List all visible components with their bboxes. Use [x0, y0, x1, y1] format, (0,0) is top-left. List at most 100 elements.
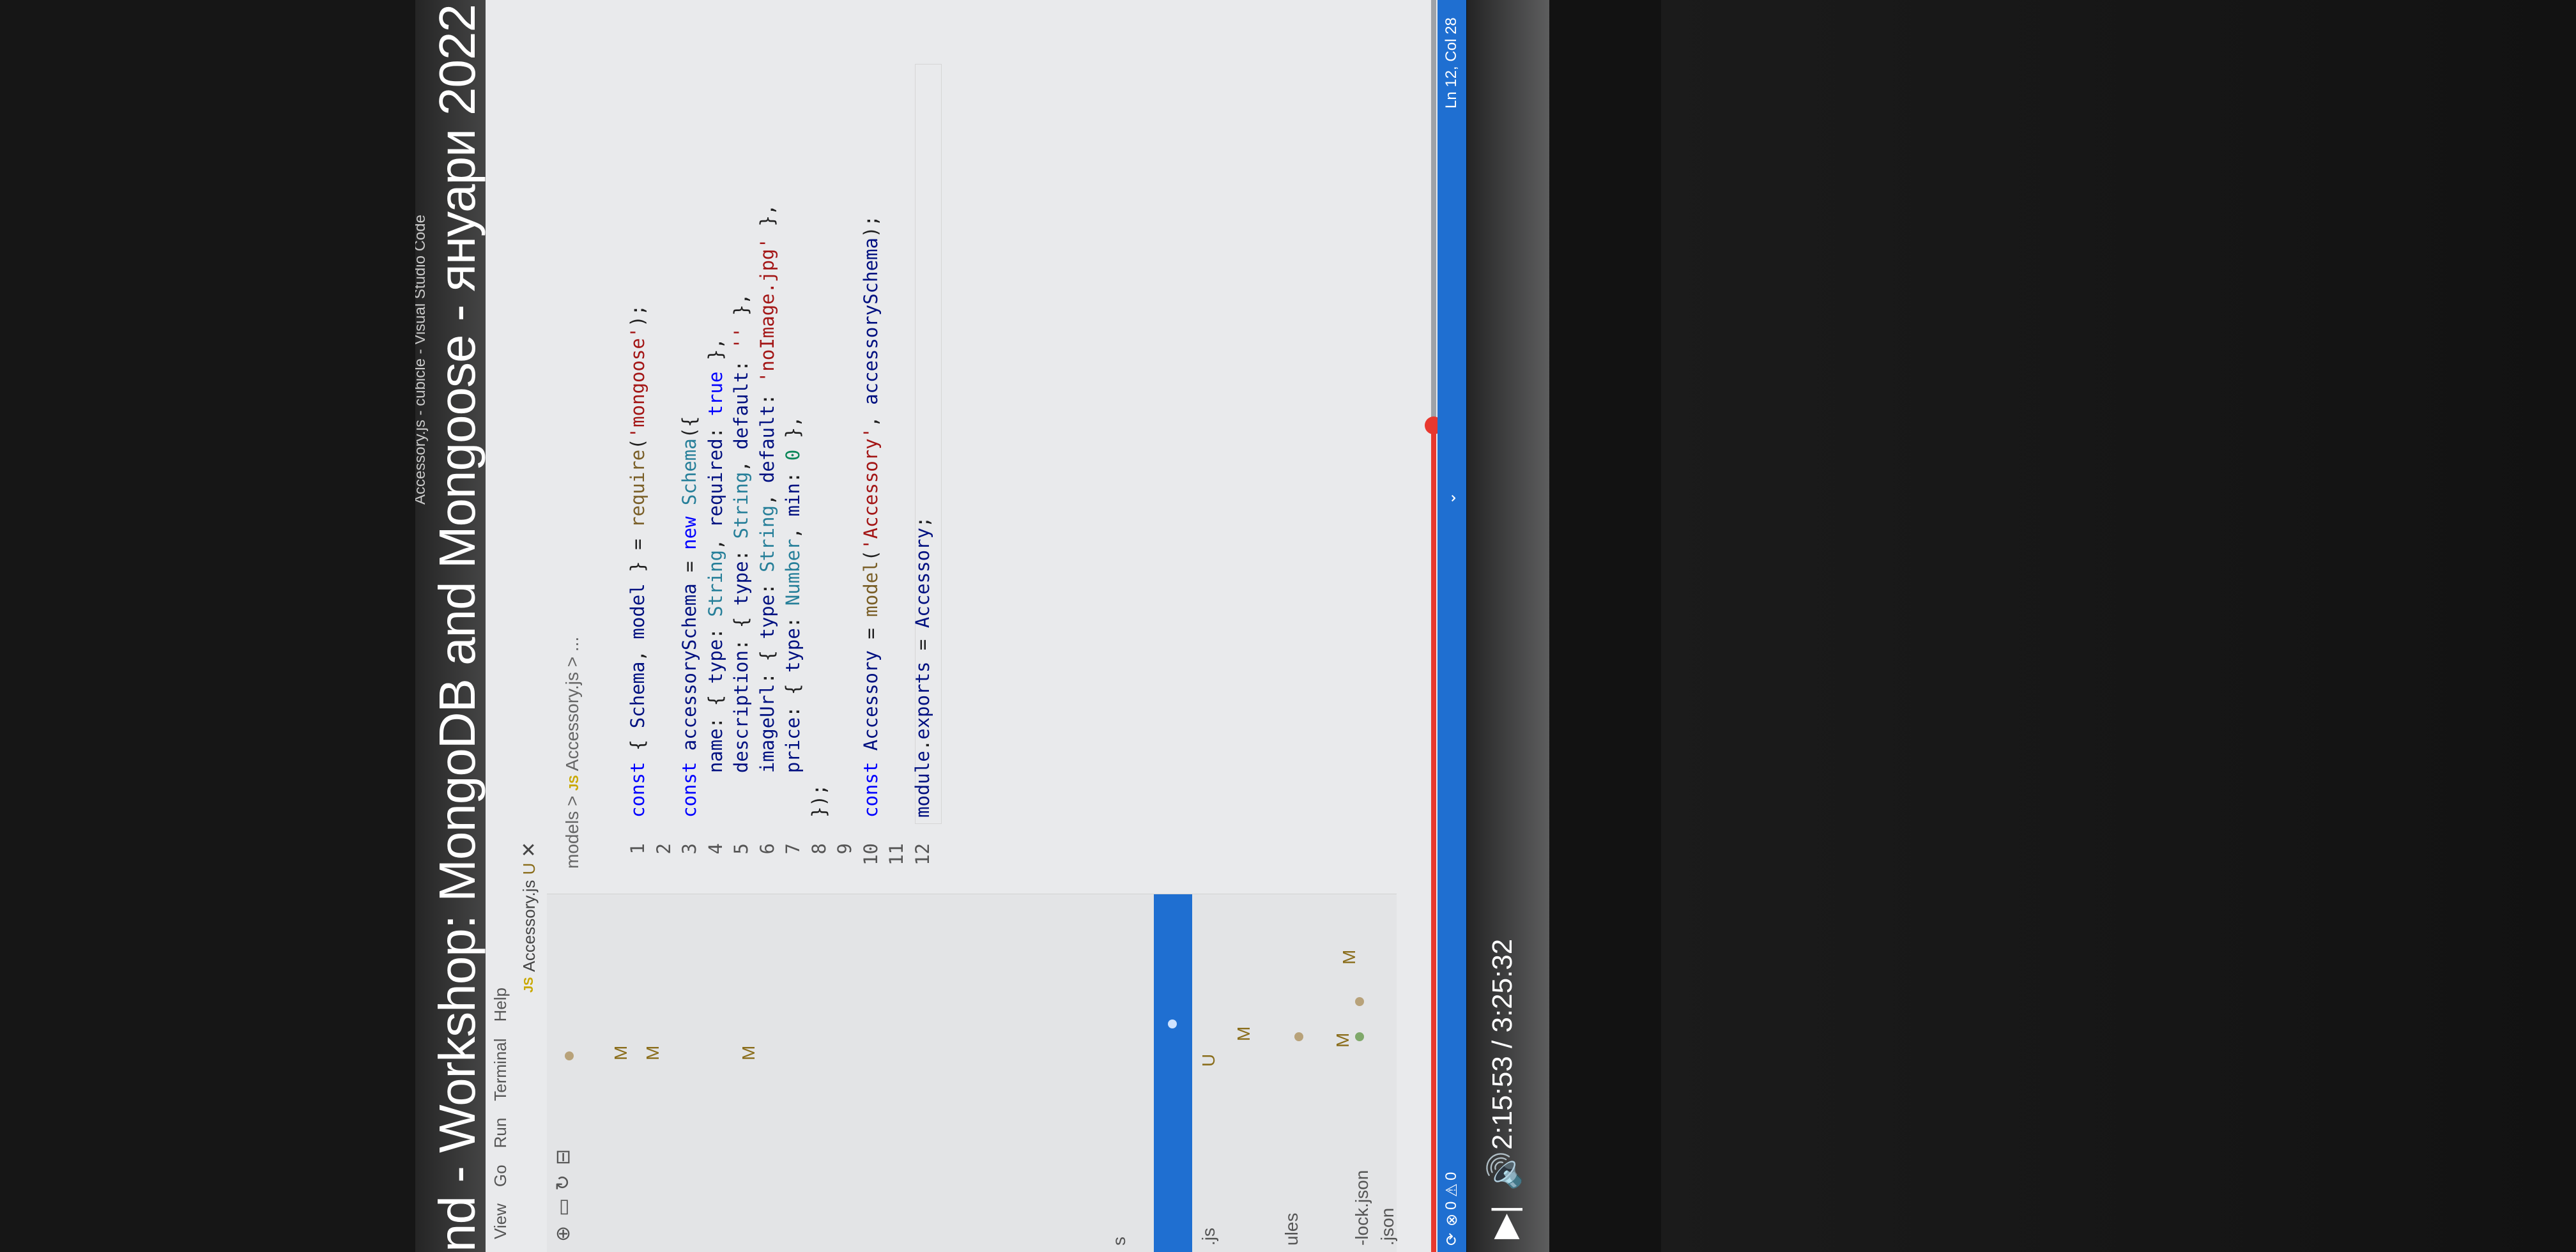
code-token: :	[756, 383, 778, 405]
code-token: true	[704, 371, 726, 416]
code-token: default	[756, 404, 778, 484]
line-number: 12	[911, 843, 933, 866]
code-token: module	[911, 751, 933, 818]
breadcrumb-tail: > ...	[562, 636, 582, 668]
screen-bezel	[1549, 0, 1661, 1252]
code-token: :	[730, 349, 752, 372]
refresh-icon[interactable]: ↻	[552, 1175, 574, 1191]
code-token: :	[756, 572, 778, 595]
code-token: min	[782, 483, 804, 517]
chevron-down-icon[interactable]: ⌄	[1441, 492, 1460, 505]
code-token: String	[704, 549, 726, 617]
code-line[interactable]: 5 description: { type: String, default: …	[728, 293, 754, 882]
code-line[interactable]: 8});	[806, 784, 832, 882]
code-token: },	[704, 338, 726, 372]
status-badge: U	[1199, 1053, 1218, 1067]
close-icon[interactable]: ✕	[518, 842, 540, 858]
line-number: 9	[834, 843, 855, 855]
tab-bar: JS Accessory.js U ✕	[511, 0, 547, 1252]
cursor-position[interactable]: Ln 12, Col 28	[1443, 17, 1460, 109]
error-icon[interactable]: ⊗	[1443, 1214, 1461, 1226]
line-number: 1	[627, 843, 648, 855]
code-text: const Accessory = model('Accessory', acc…	[860, 215, 882, 818]
breadcrumb-file[interactable]: Accessory.js	[562, 672, 582, 771]
menu-help[interactable]: Help	[491, 988, 510, 1021]
code-token: =	[859, 616, 882, 651]
video-progress-bar[interactable]	[1425, 0, 1443, 1252]
code-line[interactable]: 9	[832, 818, 857, 882]
new-file-icon[interactable]: ⊕	[552, 1226, 574, 1242]
volume-icon[interactable]: 🔊	[1485, 1151, 1523, 1191]
menu-terminal[interactable]: Terminal	[491, 1038, 510, 1101]
code-line[interactable]: 2	[651, 818, 677, 882]
code-token: ,	[859, 404, 882, 427]
sidebar-item-label[interactable]: .js	[1199, 1228, 1219, 1246]
code-token: },	[730, 293, 752, 327]
code-token: ,	[730, 449, 752, 472]
code-token: Schema	[678, 438, 700, 506]
code-token: 'Accessory'	[859, 427, 882, 550]
line-number: 10	[859, 843, 882, 866]
code-line[interactable]: 4 name: { type: String, required: true }…	[703, 338, 728, 882]
code-text: const { Schema, model } = require('mongo…	[627, 305, 648, 818]
new-folder-icon[interactable]: ▭	[552, 1198, 574, 1216]
code-token: });	[808, 784, 830, 818]
code-text: module.exports = Accessory;	[912, 517, 933, 818]
code-line[interactable]: 1 const { Schema, model } = require('mong…	[625, 305, 650, 882]
code-token: required	[704, 438, 726, 528]
sidebar-item-label[interactable]: .json	[1377, 1208, 1398, 1246]
code-token: require	[627, 449, 648, 528]
js-file-icon: JS	[521, 977, 536, 993]
code-token: :	[704, 416, 726, 439]
warnings-count[interactable]: 0	[1443, 1172, 1460, 1180]
warning-icon[interactable]: ⚠	[1443, 1183, 1461, 1197]
status-badge: M	[1333, 1032, 1353, 1048]
code-token: type	[704, 639, 726, 684]
code-editor[interactable]: 1 const { Schema, model } = require('mong…	[588, 64, 1393, 882]
code-token: ;	[911, 516, 933, 528]
code-token: String	[730, 471, 752, 539]
code-token: const	[859, 761, 882, 818]
menu-view[interactable]: View	[491, 1203, 510, 1239]
problems-count[interactable]: 0	[1443, 1202, 1460, 1210]
breadcrumb-folder[interactable]: models	[562, 811, 582, 869]
sidebar-item-active[interactable]	[1154, 894, 1192, 1252]
code-line[interactable]: 3 const accessorySchema = new Schema({	[677, 416, 702, 882]
window-title: Accessory.js - cubicle - Visual Studio C…	[415, 215, 429, 505]
tab-accessory-js[interactable]: JS Accessory.js U ✕	[518, 832, 540, 1003]
video-progress-fill	[1431, 425, 1436, 1252]
code-token: ({	[678, 416, 700, 439]
code-token: type	[782, 628, 804, 673]
sync-icon[interactable]: ⟳	[1443, 1233, 1461, 1246]
code-token: accessorySchema	[859, 238, 882, 405]
code-line[interactable]: 7 price: { type: Number, min: 0 },	[780, 416, 806, 882]
skip-next-icon[interactable]: ▶|	[1485, 1205, 1524, 1240]
menu-go[interactable]: Go	[491, 1164, 510, 1187]
code-line[interactable]: 6 imageUrl: { type: String, default: 'no…	[755, 204, 780, 882]
code-token: : {	[782, 673, 804, 717]
code-line[interactable]: 11	[884, 818, 909, 882]
code-token: =	[678, 549, 700, 584]
code-text: });	[808, 784, 830, 818]
code-line[interactable]: 10 const Accessory = model('Accessory', a…	[858, 215, 884, 882]
js-file-icon: JS	[567, 775, 581, 791]
code-token: ,	[704, 528, 726, 550]
code-token: model	[859, 561, 882, 617]
sidebar-item-label[interactable]: -lock.json	[1352, 1170, 1372, 1246]
code-token: 'noImage.jpg'	[756, 238, 778, 383]
code-token: (	[627, 438, 648, 450]
code-token: default	[730, 371, 752, 450]
code-token: .	[911, 739, 933, 751]
code-token: Schema	[627, 661, 648, 729]
code-token: accessorySchema	[678, 583, 700, 751]
sidebar-item-label[interactable]: s	[1109, 1237, 1130, 1246]
sidebar-item-label[interactable]: ules	[1282, 1213, 1302, 1246]
menu-run[interactable]: Run	[491, 1118, 510, 1149]
collapse-all-icon[interactable]: ⊟	[552, 1149, 574, 1165]
code-token: String	[756, 505, 778, 572]
code-line[interactable]: 12 module.exports = Accessory;	[910, 517, 935, 882]
code-text: const accessorySchema = new Schema({	[678, 416, 700, 818]
code-token: } =	[627, 527, 648, 584]
